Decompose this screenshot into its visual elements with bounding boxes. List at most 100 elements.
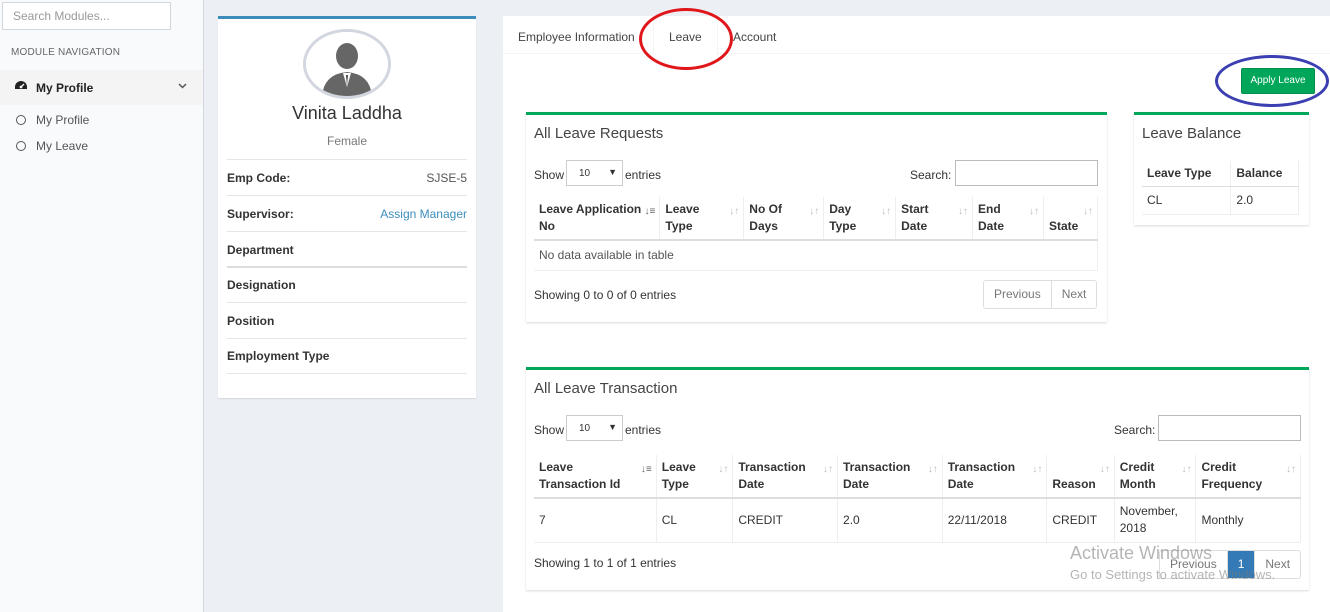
sort-icon: ↓↑: [958, 206, 969, 217]
sort-icon: ↓↑: [718, 464, 729, 475]
column-header[interactable]: Leave Type ↓↑: [656, 455, 734, 499]
entries-select[interactable]: 10 ▼: [566, 160, 623, 186]
info-label: Designation: [227, 278, 296, 292]
column-header[interactable]: Transaction Date ↓↑: [942, 455, 1048, 499]
column-header[interactable]: Transaction Date ↓↑: [732, 455, 839, 499]
column-header[interactable]: Leave Type ↓↑: [659, 197, 745, 241]
info-value: SJSE-5: [426, 170, 467, 185]
nav-sub-item-label: My Leave: [36, 139, 89, 153]
requests-search-input[interactable]: [955, 160, 1098, 186]
leave-balance-title: Leave Balance: [1142, 125, 1242, 142]
table-header-row: Leave Transaction Id ↓≡ Leave Type ↓↑ Transa…: [534, 455, 1301, 499]
entries-label: entries: [625, 168, 662, 182]
table-cell: CREDIT: [732, 498, 839, 543]
tab-employee-information[interactable]: Employee Information: [518, 30, 635, 44]
circle-icon: [16, 141, 26, 151]
activate-windows-watermark: Activate Windows Go to Settings to activ…: [1070, 543, 1275, 582]
table-cell: Monthly: [1195, 498, 1301, 543]
column-header[interactable]: Reason ↓↑: [1046, 455, 1115, 499]
assign-manager-link[interactable]: Assign Manager: [380, 207, 467, 221]
sort-icon: ↓↑: [823, 464, 834, 475]
nav-item-label: My Profile: [36, 80, 94, 95]
leave-requests-box: All Leave Requests Show 10 ▼ entries Sea…: [526, 112, 1107, 322]
column-header[interactable]: Start Date ↓↑: [895, 197, 974, 241]
column-header: Balance: [1230, 161, 1299, 187]
nav-sub-item-label: My Profile: [36, 113, 90, 127]
entries-select-value: 10: [579, 168, 591, 179]
nav-item-my-profile[interactable]: My Profile: [0, 70, 203, 105]
info-row-supervisor: Supervisor: Assign Manager: [227, 195, 467, 231]
info-label: Employment Type: [227, 349, 330, 363]
info-label: Position: [227, 313, 275, 328]
watermark-line-1: Activate Windows: [1070, 543, 1213, 563]
chevron-down-icon[interactable]: [178, 81, 187, 92]
search-modules-input[interactable]: Search Modules...: [2, 2, 171, 30]
info-label: Department: [227, 242, 294, 257]
sort-desc-icon: ↓≡: [644, 206, 656, 217]
column-header[interactable]: Day Type ↓↑: [823, 197, 897, 241]
table-cell: CREDIT: [1046, 498, 1115, 543]
watermark-line-2: Go to Settings to activate Windows.: [1070, 567, 1276, 582]
previous-button[interactable]: Previous: [984, 281, 1052, 308]
nav-sub-item-my-profile[interactable]: My Profile: [16, 113, 89, 127]
sort-icon: ↓↑: [1099, 464, 1110, 475]
table-row: No data available in table: [534, 240, 1098, 271]
sort-icon: ↓↑: [1028, 206, 1039, 217]
tab-account[interactable]: Account: [733, 30, 776, 44]
sort-icon: ↓↑: [1181, 464, 1192, 475]
table-cell: 2.0: [1230, 186, 1299, 215]
show-label: Show: [534, 168, 565, 182]
column-header[interactable]: Transaction Date ↓↑: [837, 455, 943, 499]
employee-name: Vinita Laddha: [292, 103, 402, 123]
caret-down-icon: ▼: [608, 167, 617, 177]
table-header-row: Leave Type Balance: [1142, 161, 1299, 187]
dashboard-icon: [14, 80, 28, 95]
sort-icon: ↓↑: [1083, 206, 1093, 217]
sort-icon: ↓↑: [1032, 464, 1043, 475]
circle-icon: [16, 115, 26, 125]
table-cell: CL: [1142, 186, 1232, 215]
requests-info-text: Showing 0 to 0 of 0 entries: [534, 288, 677, 302]
show-label: Show: [534, 423, 565, 437]
leave-transactions-title: All Leave Transaction: [534, 380, 678, 397]
column-header[interactable]: Credit Frequency ↓↑: [1195, 455, 1301, 499]
leave-balance-table: Leave Type Balance CL 2.0: [1142, 161, 1299, 215]
requests-pagination: Previous Next: [983, 280, 1098, 309]
highlight-ellipse-blue: [1215, 55, 1329, 107]
table-cell: November, 2018: [1114, 498, 1197, 543]
nav-sub-item-my-leave[interactable]: My Leave: [16, 139, 88, 153]
column-header[interactable]: End Date ↓↑: [972, 197, 1044, 241]
sort-icon: ↓↑: [881, 206, 892, 217]
entries-select-value: 10: [579, 423, 591, 434]
info-row-emp-code: Emp Code: SJSE-5: [227, 159, 467, 195]
next-button[interactable]: Next: [1052, 281, 1097, 308]
column-header[interactable]: Leave Application No ↓≡: [534, 197, 661, 241]
sort-icon: ↓↑: [927, 464, 938, 475]
table-cell: 2.0: [837, 498, 943, 543]
entries-label: entries: [625, 423, 662, 437]
column-header[interactable]: State ↓↑: [1043, 197, 1099, 241]
table-row: 7 CL CREDIT 2.0 22/11/2018 CREDIT Novemb…: [534, 498, 1301, 543]
info-label: Emp Code:: [227, 170, 291, 185]
tab-bar: Employee Information Leave Account: [503, 16, 1330, 55]
avatar: [303, 29, 391, 99]
column-header[interactable]: No Of Days ↓↑: [743, 197, 825, 241]
table-cell: CL: [656, 498, 734, 543]
info-row-department: Department: [227, 231, 467, 267]
highlight-ellipse-red: [639, 8, 733, 70]
caret-down-icon: ▼: [608, 422, 617, 432]
module-navigation-header: MODULE NAVIGATION: [11, 47, 121, 58]
table-cell: 22/11/2018: [942, 498, 1048, 543]
sidebar: Search Modules... MODULE NAVIGATION My P…: [0, 0, 204, 612]
leave-balance-box: Leave Balance Leave Type Balance CL 2.0: [1134, 112, 1309, 225]
empty-table-message: No data available in table: [534, 240, 1098, 271]
entries-select[interactable]: 10 ▼: [566, 415, 623, 441]
transactions-search-input[interactable]: [1158, 415, 1301, 441]
info-row-position: Position: [227, 302, 467, 338]
leave-requests-title: All Leave Requests: [534, 125, 664, 142]
employee-gender: Female: [326, 134, 367, 148]
column-header[interactable]: Leave Transaction Id ↓≡: [534, 455, 657, 499]
profile-card: Vinita Laddha Female Emp Code: SJSE-5 Su…: [218, 16, 476, 398]
sort-icon: ↓↑: [1286, 464, 1296, 475]
column-header[interactable]: Credit Month ↓↑: [1114, 455, 1197, 499]
